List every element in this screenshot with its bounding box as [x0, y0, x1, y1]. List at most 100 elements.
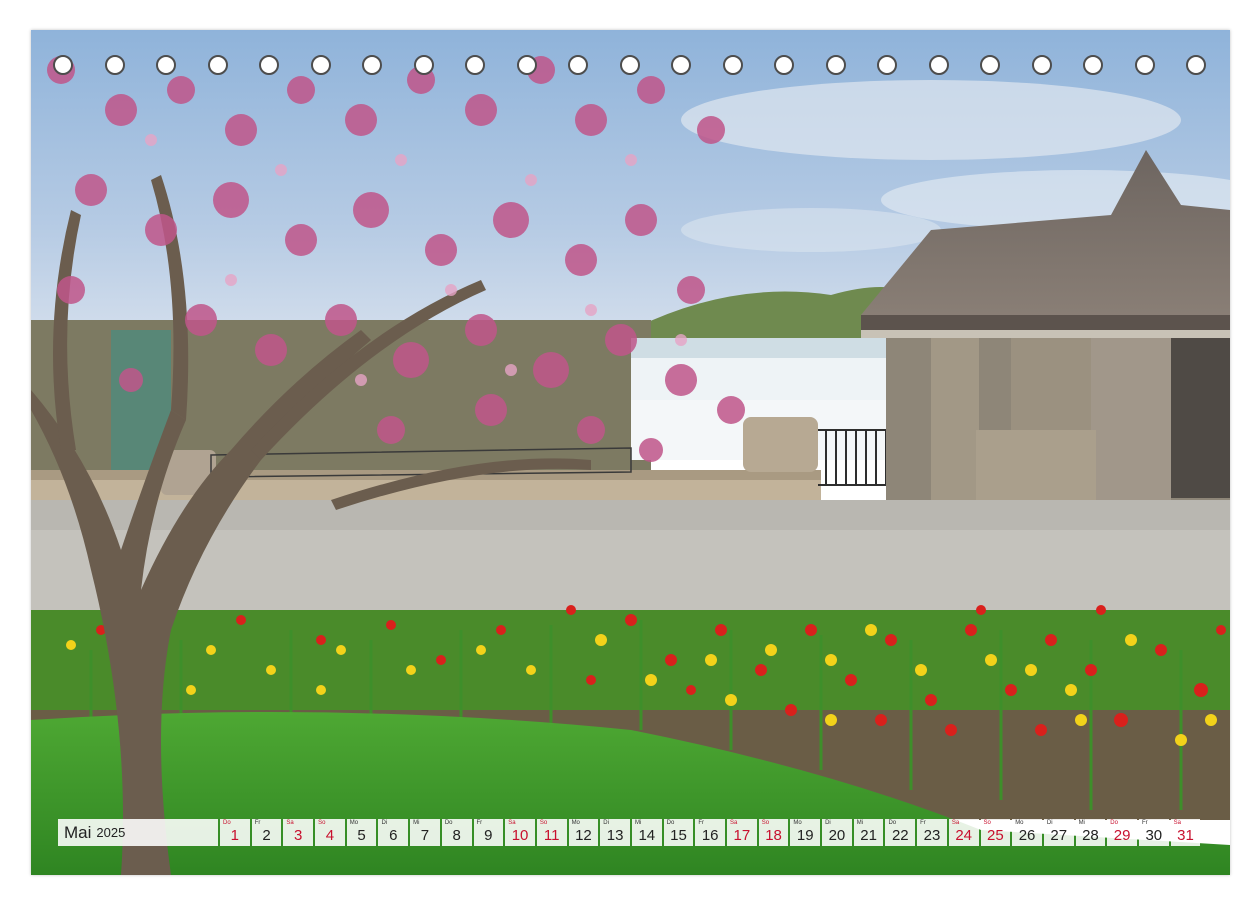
day-cell: So 4 — [315, 819, 345, 846]
day-cell: So 18 — [758, 819, 789, 846]
day-cell: Di 20 — [822, 819, 852, 846]
day-cell: Mi 28 — [1075, 819, 1106, 846]
day-number: 18 — [765, 827, 782, 844]
day-cell: Do 1 — [220, 819, 250, 846]
day-weekday: Mi — [413, 820, 420, 826]
day-weekday: Fr — [920, 820, 926, 826]
day-cell: Mi 21 — [853, 819, 884, 846]
day-number: 2 — [262, 827, 271, 844]
binding-hole — [723, 55, 743, 75]
day-weekday: Sa — [951, 820, 960, 826]
day-cell: Do 29 — [1107, 819, 1137, 846]
binding-hole — [465, 55, 485, 75]
month-name: Mai — [64, 822, 92, 842]
day-cell: Fr 16 — [695, 819, 725, 846]
day-cell: Di 27 — [1043, 819, 1074, 846]
day-cell: Sa 3 — [283, 819, 314, 846]
day-number: 22 — [891, 827, 909, 844]
day-number: 23 — [923, 827, 941, 844]
day-number: 16 — [701, 827, 719, 844]
day-number: 4 — [325, 827, 335, 844]
binding-hole — [517, 55, 537, 75]
binding-hole — [1083, 55, 1103, 75]
day-number: 14 — [638, 827, 656, 844]
photo-niagara-magnolia-tulips — [31, 30, 1230, 875]
binding-hole — [980, 55, 1000, 75]
day-cell: Do 8 — [441, 819, 472, 846]
day-number: 6 — [389, 827, 398, 844]
binding-hole — [620, 55, 640, 75]
day-weekday: Fr — [476, 820, 483, 826]
day-cell: Mi 7 — [410, 819, 440, 846]
binding-hole — [259, 55, 279, 75]
binding-hole — [362, 55, 382, 75]
binding-hole — [53, 55, 73, 75]
day-weekday: Di — [825, 820, 831, 826]
day-weekday: Do — [223, 820, 231, 826]
month-label: Mai 2025 — [58, 819, 218, 846]
day-number: 12 — [575, 827, 592, 844]
day-weekday: So — [318, 820, 326, 826]
day-cell: Sa 31 — [1170, 819, 1201, 846]
binding-hole — [1135, 55, 1155, 75]
spiral-binding-holes — [31, 30, 1230, 110]
day-number: 31 — [1177, 827, 1194, 844]
day-cell: So 11 — [536, 819, 567, 846]
binding-hole — [877, 55, 897, 75]
binding-hole — [208, 55, 228, 75]
day-number: 19 — [796, 827, 814, 844]
binding-hole — [414, 55, 434, 75]
day-cell: Mo 12 — [568, 819, 599, 846]
day-weekday: Do — [888, 820, 897, 826]
day-weekday: Di — [1046, 820, 1053, 826]
day-cell: Fr 23 — [917, 819, 947, 846]
day-number: 10 — [511, 827, 529, 844]
day-number: 15 — [670, 827, 687, 844]
binding-hole — [156, 55, 176, 75]
day-cell: Sa 24 — [948, 819, 979, 846]
day-number: 11 — [543, 827, 560, 844]
day-number: 28 — [1082, 827, 1099, 844]
day-weekday: So — [539, 820, 548, 826]
day-cell: Do 15 — [663, 819, 694, 846]
day-number: 8 — [452, 827, 461, 844]
day-cell: Mi 14 — [631, 819, 662, 846]
day-number: 25 — [987, 827, 1004, 844]
day-cell: Sa 10 — [505, 819, 535, 846]
day-number: 21 — [860, 827, 877, 844]
day-weekday: Fr — [698, 820, 704, 826]
day-number: 9 — [484, 827, 493, 844]
binding-hole — [1186, 55, 1206, 75]
day-number: 5 — [357, 827, 366, 844]
day-weekday: Do — [444, 820, 453, 826]
calendar-strip: Mai 2025 Do 1 Fr 2 Sa 3 So 4 Mo 5 Di 6 Mi 7 Do 8 Fr 9 Sa 10… — [58, 819, 1201, 846]
day-cell: Mo 5 — [346, 819, 377, 846]
day-cell: So 25 — [980, 819, 1011, 846]
day-number: 7 — [420, 827, 430, 844]
day-weekday: Di — [603, 820, 609, 826]
day-cell: Fr 30 — [1138, 819, 1169, 846]
calendar-page: Mai 2025 Do 1 Fr 2 Sa 3 So 4 Mo 5 Di 6 Mi 7 Do 8 Fr 9 Sa 10… — [31, 30, 1230, 875]
binding-hole — [929, 55, 949, 75]
day-weekday: Mi — [634, 820, 642, 826]
day-weekday: Sa — [730, 820, 738, 826]
day-weekday: Mo — [793, 820, 802, 826]
month-year: 2025 — [96, 825, 126, 840]
day-number: 29 — [1113, 827, 1131, 844]
day-cell: Fr 2 — [251, 819, 282, 846]
binding-hole — [311, 55, 331, 75]
day-number: 1 — [230, 827, 240, 844]
day-weekday: Do — [666, 820, 675, 826]
day-weekday: Fr — [254, 820, 261, 826]
day-weekday: Do — [1110, 820, 1118, 826]
day-cell: Di 6 — [378, 819, 409, 846]
day-weekday: Mo — [571, 820, 580, 826]
day-weekday: Sa — [1173, 820, 1181, 826]
day-weekday: Mo — [349, 820, 359, 826]
binding-hole — [774, 55, 794, 75]
day-number: 13 — [606, 827, 624, 844]
day-cell: Mo 26 — [1012, 819, 1042, 846]
day-weekday: So — [761, 820, 770, 826]
binding-hole — [826, 55, 846, 75]
day-weekday: Sa — [286, 820, 294, 826]
